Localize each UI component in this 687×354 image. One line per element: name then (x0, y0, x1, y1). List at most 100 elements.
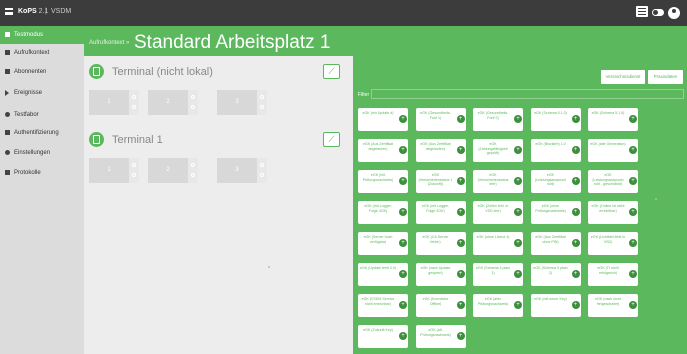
event-card[interactable]: eGK (ohne Lizenz 4) + (473, 232, 523, 255)
event-card[interactable]: eGK (Schema 5.1.0) + (588, 108, 638, 131)
event-card[interactable]: eGK (Zeilen fehl. in VSD leer) + (473, 201, 523, 224)
add-circle-icon[interactable]: + (514, 301, 522, 309)
event-card[interactable]: eGK (Lichtbild fehlt in VSD) + (588, 232, 638, 255)
add-circle-icon[interactable]: + (571, 146, 580, 154)
event-card[interactable]: eGK (mit Logger, Folge 4OK) + (358, 201, 408, 224)
event-card[interactable]: eGK (ohne Prüfungsnachweis) + (530, 201, 581, 224)
event-card[interactable]: eGK (Aus Zertifikat abgelaufen) + (415, 139, 466, 162)
sidebar-item-testmodus[interactable]: Testmodus (0, 26, 84, 44)
event-card[interactable]: eGK (Versichertenstatus 1 (Zukunft)) + (415, 170, 466, 193)
sidebar-item-abonnenten[interactable]: Abonnenten (0, 63, 84, 81)
plug-icon[interactable]: ⟋ (323, 64, 340, 79)
add-circle-icon[interactable]: + (399, 208, 407, 216)
event-card[interactable]: eGK (Server hoch verfügbar) + (358, 232, 408, 255)
add-circle-icon[interactable]: + (514, 239, 522, 247)
filter-input[interactable] (371, 89, 684, 99)
hamburger-icon[interactable] (636, 6, 648, 17)
add-circle-icon[interactable]: + (629, 239, 637, 247)
sidebar-item-aufrufkontext[interactable]: Aufrufkontext (0, 44, 84, 62)
sidebar-item-ereignisse[interactable]: Ereignisse (0, 84, 84, 102)
event-card[interactable]: eGK (Konnektor Offline) + (415, 294, 466, 317)
user-icon[interactable] (668, 7, 680, 19)
add-circle-icon[interactable]: + (456, 332, 465, 340)
event-card[interactable]: eGK (Schema 5.1.0) + (530, 108, 581, 131)
add-circle-icon[interactable]: + (629, 115, 637, 123)
event-card[interactable]: eGK (Leistungsanspruch ruht - geschränkt… (588, 170, 638, 193)
event-card[interactable]: eGK (mit neuer Key) + (530, 294, 581, 317)
add-circle-icon[interactable]: + (571, 208, 580, 216)
plug-icon[interactable]: ⟋ (323, 132, 340, 147)
mode-icon (5, 32, 10, 37)
add-circle-icon[interactable]: + (456, 301, 465, 309)
add-circle-icon[interactable]: + (629, 146, 637, 154)
add-circle-icon[interactable]: + (514, 146, 522, 154)
toggle-icon[interactable] (652, 9, 664, 16)
add-circle-icon[interactable]: + (629, 177, 637, 185)
card-slot[interactable]: 2 (148, 158, 198, 183)
event-card[interactable]: eGK (Leistungsanspruch ruht) + (530, 170, 581, 193)
add-circle-icon[interactable]: + (399, 301, 407, 309)
add-circle-icon[interactable]: + (456, 208, 465, 216)
add-circle-icon[interactable]: + (514, 177, 522, 185)
add-circle-icon[interactable]: + (514, 115, 522, 123)
tab-verzeichnisdienst[interactable]: Verzeichnisdienst (601, 70, 645, 84)
event-card[interactable]: eGK (mit Update d) + (358, 108, 408, 131)
event-card[interactable]: eGK (mit Prüfungsnachweis) + (358, 170, 408, 193)
sidebar-item-authentifizierung[interactable]: Authentifizierung (0, 124, 84, 142)
card-slot[interactable]: 3 (217, 158, 267, 183)
add-circle-icon[interactable]: + (571, 301, 580, 309)
event-card[interactable]: eGK (VSDM Service nicht erreichbar) + (358, 294, 408, 317)
event-card[interactable]: eGK (Gesundheits-Fonf 2) + (473, 108, 523, 131)
add-circle-icon[interactable]: + (629, 301, 637, 309)
add-circle-icon[interactable]: + (629, 208, 637, 216)
add-circle-icon[interactable]: + (456, 146, 465, 154)
event-card[interactable]: eGK (Online ist nicht erreichbar) + (588, 201, 638, 224)
event-card[interactable]: eGK (Aus Zertifikat ohne PIN) + (530, 232, 581, 255)
event-card[interactable]: eGK (Schema 3 plain 2) + (530, 263, 581, 286)
event-card[interactable]: eGK (Blockiert) 1.0 + (530, 139, 581, 162)
add-circle-icon[interactable]: + (571, 270, 580, 278)
event-card[interactable]: eGK (nach nicht freigeschaltet) + (588, 294, 638, 317)
add-circle-icon[interactable]: + (571, 115, 580, 123)
add-circle-icon[interactable]: + (456, 115, 465, 123)
add-circle-icon[interactable]: + (571, 177, 580, 185)
add-circle-icon[interactable]: + (571, 239, 580, 247)
event-card[interactable]: eGK (mit Logger, Folge 4OK) + (415, 201, 466, 224)
sidebar-item-testfabor[interactable]: Testfabor (0, 106, 84, 124)
sidebar-item-protokolle[interactable]: Protokolle (0, 164, 84, 182)
tab-praxisdaten[interactable]: Praxisdaten (648, 70, 683, 84)
add-circle-icon[interactable]: + (456, 239, 465, 247)
event-card[interactable]: eGK (CA-Server fehler) + (415, 232, 466, 255)
add-circle-icon[interactable]: + (514, 270, 522, 278)
add-circle-icon[interactable]: + (456, 177, 465, 185)
event-card[interactable]: eGK (Update fehlt 3.0) + (358, 263, 408, 286)
event-card[interactable]: eGK (Aus Zertifikat abgelaufen) + (358, 139, 408, 162)
add-circle-icon[interactable]: + (399, 270, 407, 278)
event-card[interactable]: eGK (Versichertenstatus leer) + (473, 170, 523, 193)
event-card[interactable]: eGK (nach Update gesperrt) + (415, 263, 466, 286)
card-slot[interactable]: 2 (148, 90, 198, 115)
breadcrumb[interactable]: Aufrufkontext » (89, 40, 129, 46)
add-circle-icon[interactable]: + (456, 270, 465, 278)
add-circle-icon[interactable]: + (399, 239, 407, 247)
add-circle-icon[interactable]: + (629, 270, 637, 278)
add-circle-icon[interactable]: + (399, 332, 407, 340)
add-circle-icon[interactable]: + (399, 177, 407, 185)
main-menu-icon[interactable] (5, 8, 13, 15)
event-card[interactable]: eGK (Zahlungsfähigkeit geprüft) + (473, 139, 523, 162)
filter-label: Filter (358, 92, 370, 98)
event-card[interactable]: eGK (Schema 3 plain 1) + (473, 263, 523, 286)
event-card[interactable]: eGK (aller Prüfungsnachweis) + (473, 294, 523, 317)
add-circle-icon[interactable]: + (399, 115, 407, 123)
event-card[interactable]: eGK (TI nicht erfolgreich) + (588, 263, 638, 286)
event-card[interactable]: eGK (Zukunft Key) + (358, 325, 408, 348)
card-slot[interactable]: 3 (217, 90, 267, 115)
event-card[interactable]: eGK (alte Generation) + (588, 139, 638, 162)
event-card[interactable]: eGK (alt. Prüfungsnachweis) + (415, 325, 466, 348)
add-circle-icon[interactable]: + (514, 208, 522, 216)
sidebar-item-einstellungen[interactable]: Einstellungen (0, 144, 84, 162)
card-slot[interactable]: 1 (89, 90, 139, 115)
event-card[interactable]: eGK (Gesundheits-Fonf 1) + (415, 108, 466, 131)
add-circle-icon[interactable]: + (399, 146, 407, 154)
card-slot[interactable]: 1 (89, 158, 139, 183)
